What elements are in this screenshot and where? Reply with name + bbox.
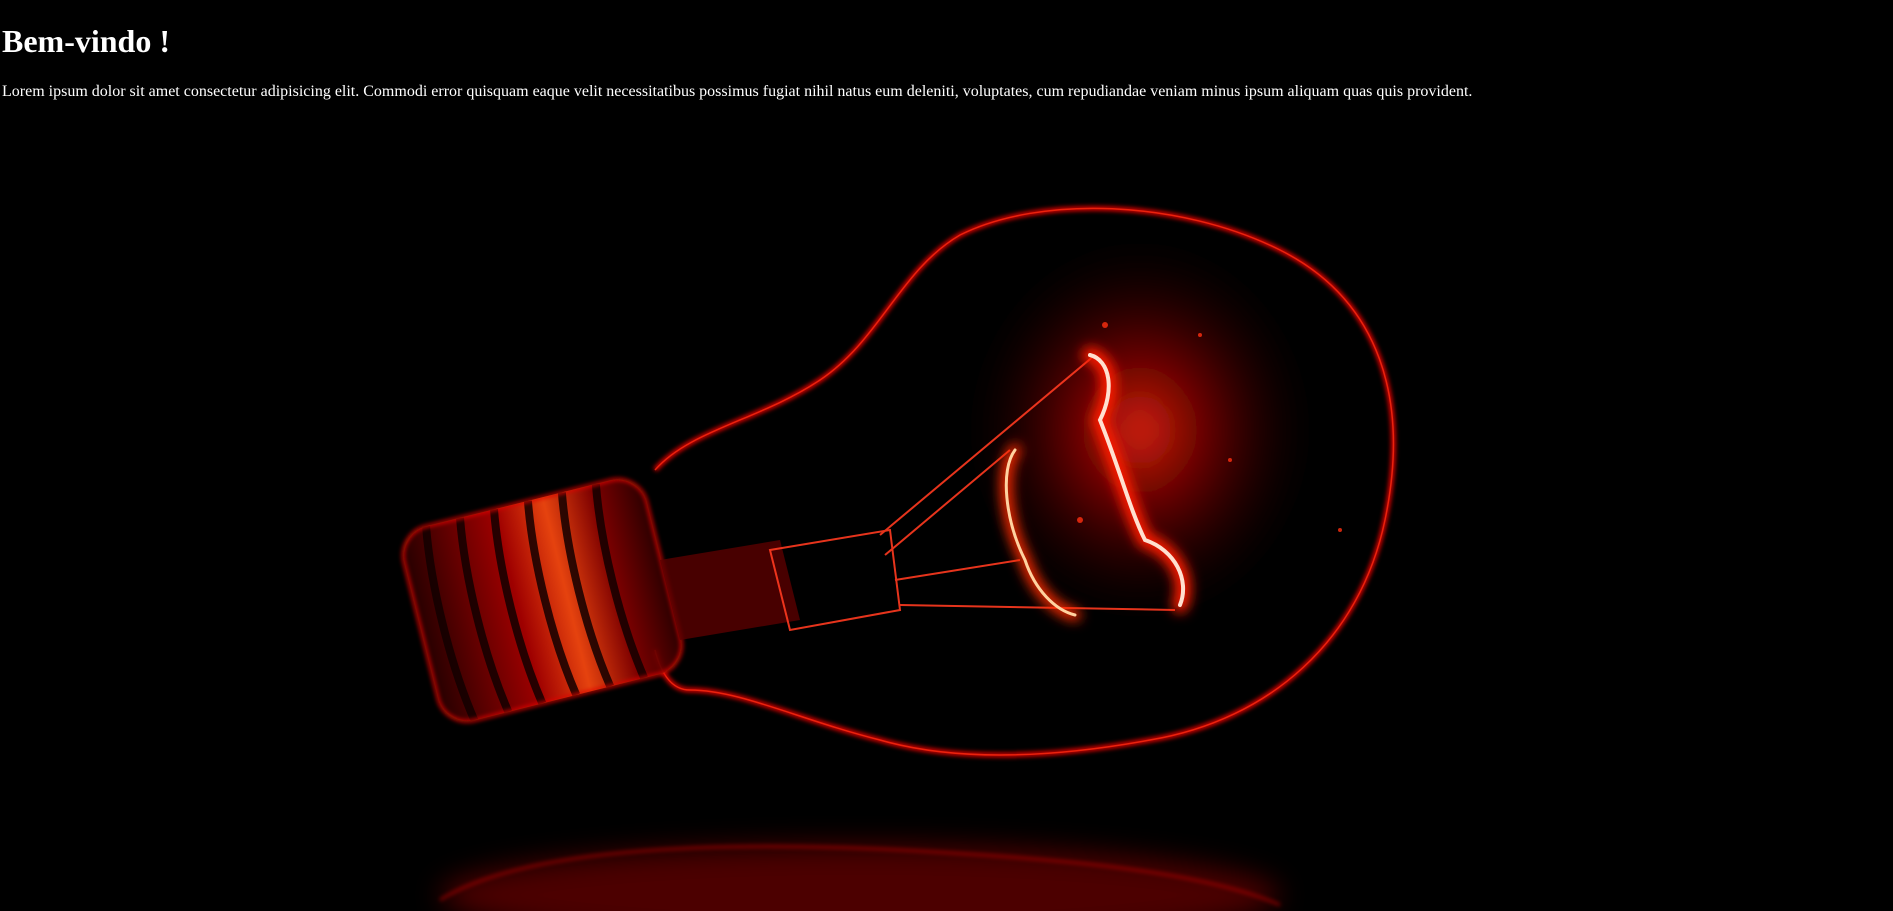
content: Bem-vindo ! Lorem ipsum dolor sit amet c… <box>0 21 1893 101</box>
intro-paragraph: Lorem ipsum dolor sit amet consectetur a… <box>2 83 1473 100</box>
light-bulb-image <box>401 205 1396 911</box>
page-title: Bem-vindo ! <box>2 23 170 59</box>
page: Bem-vindo ! Lorem ipsum dolor sit amet c… <box>0 0 1893 911</box>
